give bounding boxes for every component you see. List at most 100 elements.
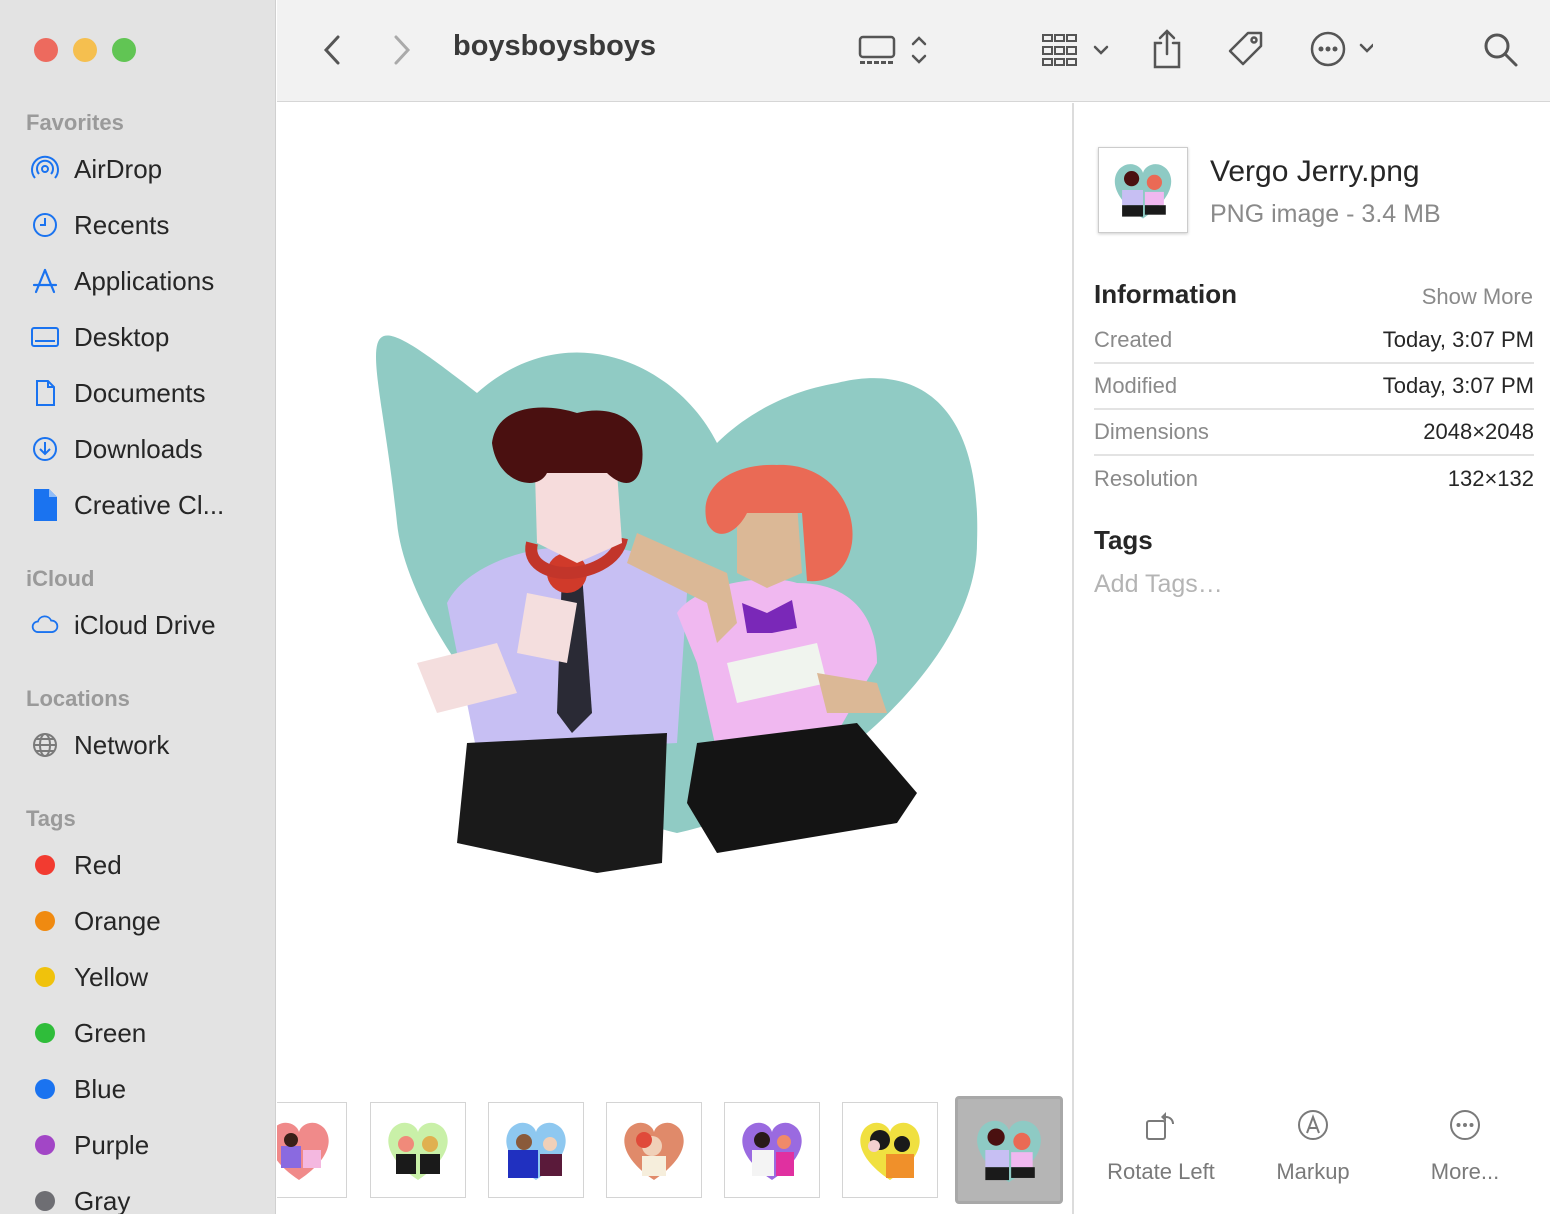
more-icon (1448, 1103, 1482, 1147)
sidebar-item-network[interactable]: Network (30, 725, 169, 765)
icloud-section-title: iCloud (26, 566, 95, 591)
sidebar-item-recents[interactable]: Recents (30, 205, 169, 245)
favorites-section-title: Favorites (26, 110, 124, 135)
view-gallery-icon (858, 35, 927, 64)
tags-section-title: Tags (26, 806, 76, 831)
sidebar-tag-yellow[interactable]: Yellow (30, 957, 148, 997)
forward-button[interactable] (385, 30, 419, 70)
sidebar-item-label: Documents (74, 377, 206, 408)
zoom-window-button[interactable] (112, 38, 136, 62)
info-value: Today, 3:07 PM (1382, 373, 1534, 398)
orange-tag-dot-icon (35, 911, 55, 931)
more-icon (1310, 31, 1373, 67)
back-button[interactable] (315, 30, 349, 70)
sidebar-item-label: Red (74, 849, 122, 880)
filmstrip (277, 1093, 1072, 1214)
markup-button[interactable]: Markup (1238, 1103, 1388, 1185)
filmstrip-thumbnail[interactable] (370, 1102, 466, 1198)
desktop-icon (30, 322, 60, 352)
folder-title: boysboysboys (453, 30, 657, 62)
information-heading: Information (1094, 279, 1237, 309)
sidebar: Favorites AirDrop Recents Applications D… (0, 0, 276, 1214)
sidebar-item-icloud-drive[interactable]: iCloud Drive (30, 605, 216, 645)
more-actions-button[interactable] (1309, 28, 1373, 70)
applications-icon (30, 266, 60, 296)
sidebar-item-airdrop[interactable]: AirDrop (30, 149, 162, 189)
minimize-window-button[interactable] (73, 38, 97, 62)
filmstrip-thumbnail[interactable] (606, 1102, 702, 1198)
yellow-tag-dot-icon (35, 967, 55, 987)
close-window-button[interactable] (34, 38, 58, 62)
filmstrip-thumbnail[interactable] (724, 1102, 820, 1198)
add-tags-field[interactable]: Add Tags… (1094, 570, 1223, 599)
filmstrip-thumbnail[interactable] (277, 1102, 347, 1198)
group-by-button[interactable] (1039, 30, 1113, 70)
group-icon (1042, 34, 1109, 66)
sidebar-item-documents[interactable]: Documents (30, 373, 206, 413)
sidebar-item-label: Desktop (74, 321, 170, 352)
sidebar-item-label: Orange (74, 905, 161, 936)
info-key: Created (1094, 327, 1173, 352)
cloud-icon (30, 610, 60, 640)
sidebar-tag-purple[interactable]: Purple (30, 1125, 149, 1165)
globe-icon (30, 730, 60, 760)
thumbnail-image (624, 1122, 684, 1180)
window-controls (34, 38, 136, 62)
filmstrip-thumbnail-selected[interactable] (955, 1096, 1063, 1204)
tag-button[interactable] (1225, 28, 1267, 70)
thumbnail-image (977, 1120, 1041, 1183)
thumbnail-image (506, 1122, 566, 1180)
search-button[interactable] (1481, 30, 1521, 70)
image-preview[interactable] (277, 103, 1072, 1093)
sidebar-item-label: Yellow (74, 961, 149, 992)
sidebar-item-creative-cloud[interactable]: Creative Cl... (30, 485, 224, 525)
forward-icon (394, 35, 411, 65)
markup-icon (1296, 1103, 1330, 1147)
green-tag-dot-icon (35, 1023, 55, 1043)
rotate-left-icon (1144, 1103, 1178, 1147)
info-value: 2048×2048 (1423, 419, 1534, 444)
sidebar-tag-green[interactable]: Green (30, 1013, 146, 1053)
gray-tag-dot-icon (35, 1191, 55, 1211)
sidebar-item-label: Applications (74, 265, 215, 296)
info-value: Today, 3:07 PM (1382, 327, 1534, 352)
info-value: 132×132 (1447, 466, 1534, 491)
info-key: Modified (1094, 373, 1178, 398)
file-icon (30, 489, 60, 521)
markup-label: Markup (1276, 1159, 1350, 1184)
more-button[interactable]: More... (1390, 1103, 1540, 1185)
sidebar-item-downloads[interactable]: Downloads (30, 429, 203, 469)
red-tag-dot-icon (35, 855, 55, 875)
tags-heading: Tags (1094, 525, 1153, 555)
sidebar-tag-gray[interactable]: Gray (30, 1181, 130, 1214)
sidebar-item-desktop[interactable]: Desktop (30, 317, 169, 357)
sidebar-tag-red[interactable]: Red (30, 845, 122, 885)
view-mode-button[interactable] (855, 30, 935, 70)
sidebar-item-label: Creative Cl... (74, 489, 225, 520)
info-key: Resolution (1094, 466, 1198, 491)
clock-icon (30, 210, 60, 240)
sidebar-item-label: Recents (74, 209, 170, 240)
filmstrip-thumbnail[interactable] (842, 1102, 938, 1198)
document-icon (30, 378, 60, 408)
share-icon (1153, 29, 1181, 69)
filmstrip-thumbnail[interactable] (488, 1102, 584, 1198)
purple-tag-dot-icon (35, 1135, 55, 1155)
file-kind: PNG image - 3.4 MB (1210, 200, 1441, 228)
rotate-left-button[interactable]: Rotate Left (1086, 1103, 1236, 1185)
blue-tag-dot-icon (35, 1079, 55, 1099)
sidebar-tag-orange[interactable]: Orange (30, 901, 161, 941)
more-label: More... (1430, 1159, 1500, 1184)
file-name: Vergo Jerry.png (1210, 155, 1420, 188)
sidebar-item-applications[interactable]: Applications (30, 261, 214, 301)
share-button[interactable] (1147, 26, 1187, 72)
sidebar-item-label: Blue (74, 1073, 127, 1104)
thumbnail-image (860, 1122, 920, 1180)
sidebar-item-label: iCloud Drive (74, 609, 216, 640)
sidebar-tag-blue[interactable]: Blue (30, 1069, 126, 1109)
sidebar-item-label: Green (74, 1017, 147, 1048)
file-thumbnail (1098, 147, 1188, 233)
search-icon (1484, 33, 1518, 67)
show-more-link[interactable]: Show More (1422, 284, 1533, 310)
back-icon (323, 35, 340, 65)
